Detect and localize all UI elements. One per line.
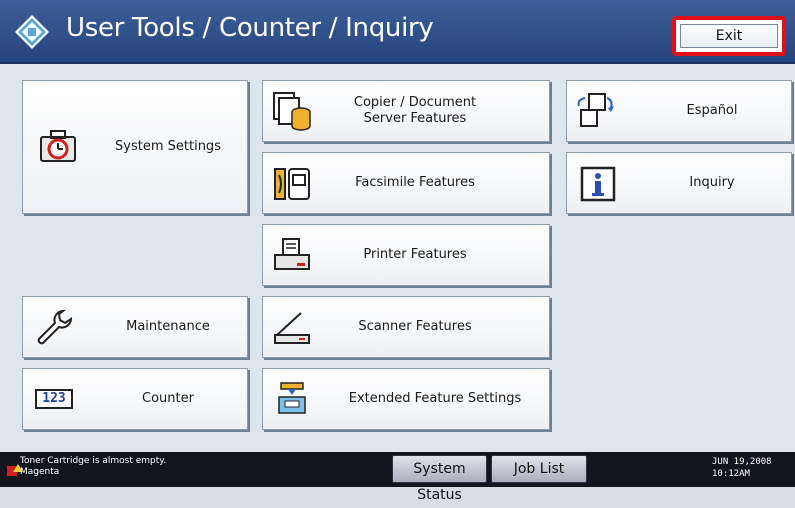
toner-alert-message: Toner Cartridge is almost empty. Magenta — [20, 456, 166, 478]
printer-icon — [274, 238, 310, 270]
toner-alert-line1: Toner Cartridge is almost empty. — [20, 456, 167, 466]
user-tools-screen: User Tools / Counter / Inquiry Exit Syst… — [0, 0, 795, 503]
copier-label: Copier / Document Server Features — [353, 95, 477, 126]
facsimile-button[interactable]: Facsimile Features — [262, 152, 550, 214]
extended-feature-icon — [278, 382, 306, 414]
date: JUN 19,2008 — [712, 457, 772, 467]
facsimile-label: Facsimile Features — [355, 175, 475, 190]
scanner-button[interactable]: Scanner Features — [262, 296, 550, 358]
toolbox-clock-icon — [40, 130, 76, 162]
wrench-icon — [37, 309, 73, 345]
menu-area: System Settings Copier / Document Server… — [8, 66, 792, 450]
printer-button[interactable]: Printer Features — [262, 224, 550, 286]
extended-feature-settings-button[interactable]: Extended Feature Settings — [262, 368, 550, 430]
inquiry-label: Inquiry — [689, 175, 735, 190]
scanner-icon — [274, 312, 310, 344]
espanol-button[interactable]: Español — [566, 80, 792, 142]
time: 10:12AM — [712, 469, 750, 479]
language-switch-icon — [577, 93, 614, 127]
system-settings-label: System Settings — [115, 139, 221, 154]
exit-highlight: Exit — [672, 16, 786, 56]
system-settings-button[interactable]: System Settings — [22, 80, 248, 214]
diamond-arrows-icon — [15, 15, 49, 49]
inquiry-button[interactable]: Inquiry — [566, 152, 792, 214]
counter-button[interactable]: 123 Counter — [22, 368, 248, 430]
header-bar: User Tools / Counter / Inquiry Exit — [0, 0, 795, 64]
job-list-button[interactable]: Job List — [491, 455, 587, 483]
counter-icon-text: 123 — [42, 391, 66, 406]
system-status-button[interactable]: System Status — [392, 455, 487, 503]
toner-alert-line2: Magenta — [20, 467, 60, 477]
fax-icon — [274, 168, 310, 200]
date-time: JUN 19,2008 10:12AM — [712, 456, 772, 480]
maintenance-button[interactable]: Maintenance — [22, 296, 248, 358]
info-icon — [580, 166, 616, 202]
page-title: User Tools / Counter / Inquiry — [66, 13, 434, 43]
scanner-label: Scanner Features — [358, 319, 472, 334]
counter-label: Counter — [142, 391, 194, 406]
extended-feature-label: Extended Feature Settings — [348, 391, 522, 406]
exit-button[interactable]: Exit — [680, 24, 778, 48]
espanol-label: Español — [686, 103, 738, 118]
copier-document-server-button[interactable]: Copier / Document Server Features — [262, 80, 550, 142]
copier-document-server-icon — [273, 92, 311, 131]
printer-label: Printer Features — [363, 247, 467, 262]
counter-123-icon: 123 — [35, 389, 73, 409]
maintenance-label: Maintenance — [126, 319, 210, 334]
status-bar: Toner Cartridge is almost empty. Magenta… — [0, 452, 795, 503]
